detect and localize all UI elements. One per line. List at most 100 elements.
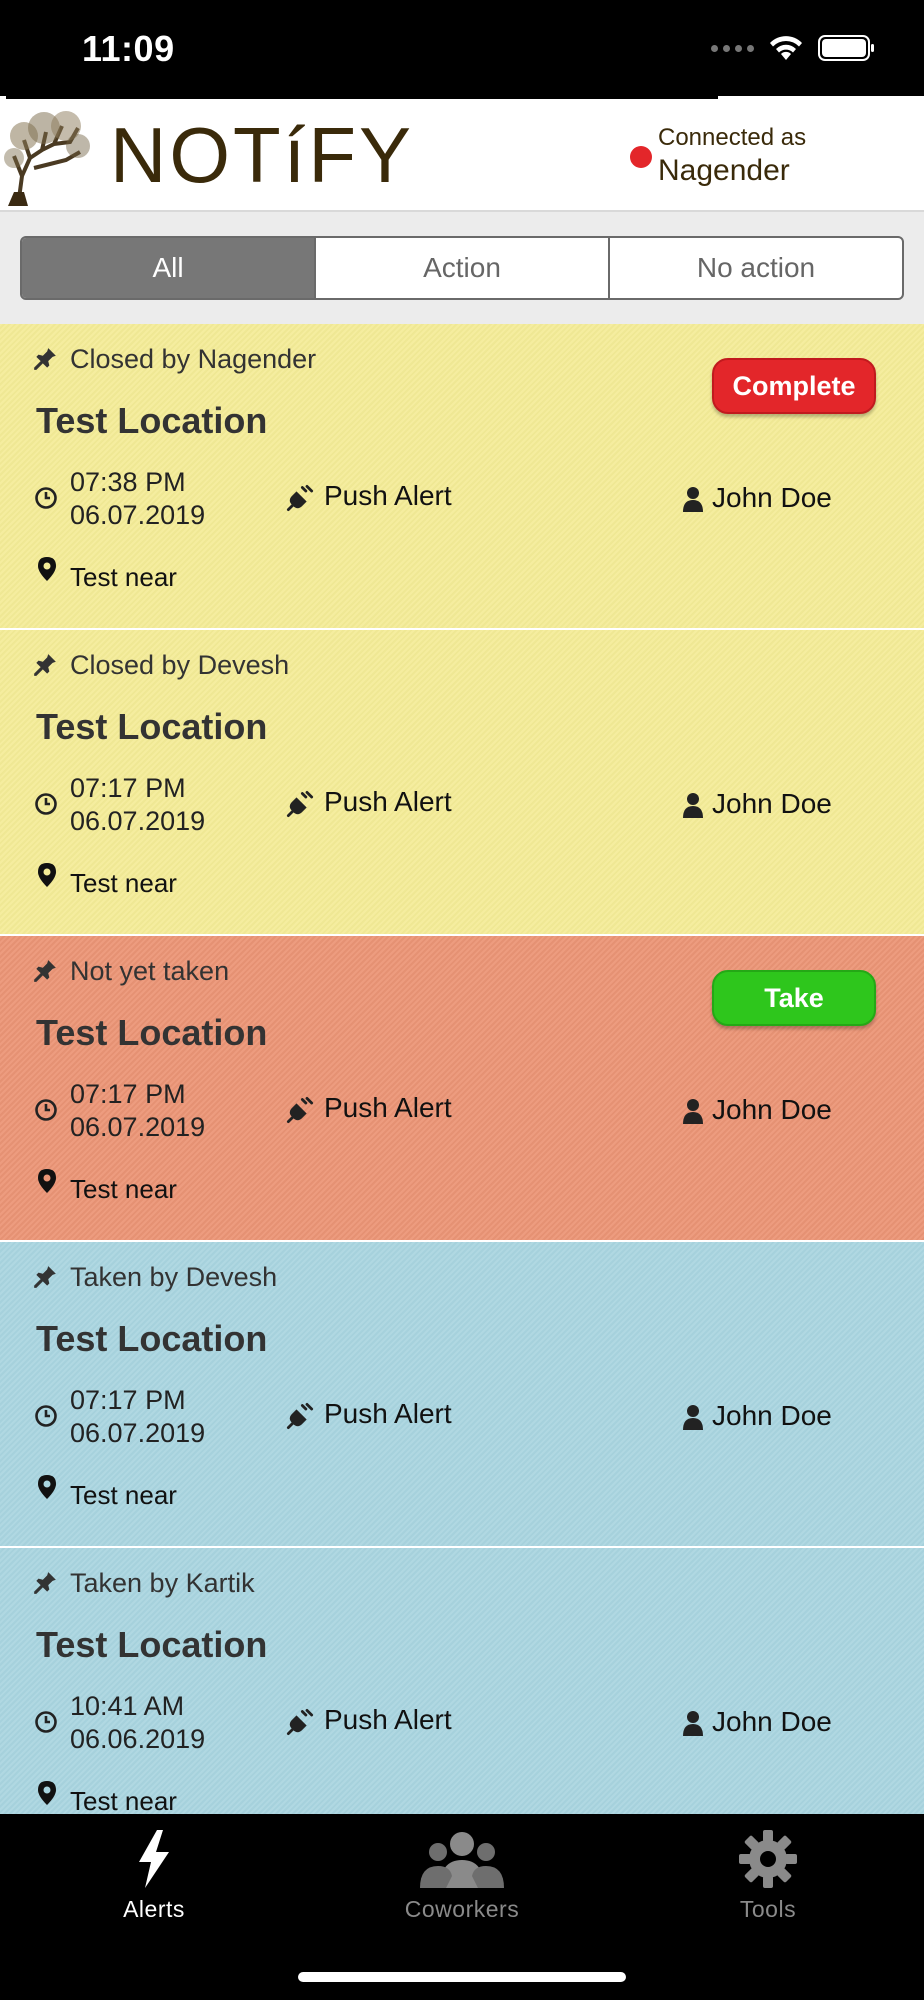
filter-no-action[interactable]: No action xyxy=(608,238,902,298)
alert-date: 06.07.2019 xyxy=(70,500,206,530)
people-icon xyxy=(420,1832,504,1888)
filter-bar: All Action No action xyxy=(0,212,924,324)
tab-coworkers-label: Coworkers xyxy=(404,1896,520,1922)
person-icon xyxy=(683,793,703,818)
alert-date: 06.07.2019 xyxy=(70,1418,206,1448)
gear-icon xyxy=(739,1830,797,1888)
plug-icon xyxy=(286,1402,314,1430)
alert-card[interactable]: Taken by Kartik Test Location 10:41 AM 06… xyxy=(0,1548,924,1814)
alert-type: Push Alert xyxy=(324,1092,452,1123)
alert-card[interactable]: Closed by Devesh Test Location 07:17 PM 0… xyxy=(0,630,924,936)
filter-segmented-control: All Action No action xyxy=(20,236,904,300)
alert-assignee: John Doe xyxy=(712,1094,832,1125)
tab-tools-label: Tools xyxy=(739,1896,797,1922)
tab-alerts[interactable]: Alerts xyxy=(54,1828,254,1948)
app-logo-text: NOTíFY xyxy=(110,111,414,199)
tab-tools[interactable]: Tools xyxy=(668,1828,868,1948)
alert-assignee: John Doe xyxy=(712,1400,832,1431)
tab-coworkers[interactable]: Coworkers xyxy=(362,1828,562,1948)
alert-time: 07:17 PM xyxy=(70,773,186,803)
cellular-signal-icon xyxy=(711,44,754,52)
tree-logo-icon xyxy=(4,111,90,206)
person-icon xyxy=(683,487,703,512)
filter-action[interactable]: Action xyxy=(314,238,608,298)
connected-label: Connected as xyxy=(658,124,807,151)
connected-user: Nagender xyxy=(658,154,790,187)
alert-status: Taken by Devesh xyxy=(70,1262,278,1292)
pin-icon xyxy=(34,1572,56,1594)
person-icon xyxy=(683,1711,703,1736)
pin-icon xyxy=(34,960,56,982)
alert-type: Push Alert xyxy=(324,1704,452,1735)
alert-time: 07:38 PM xyxy=(70,467,186,497)
alert-near: Test near xyxy=(70,1174,177,1204)
alert-time: 07:17 PM xyxy=(70,1079,186,1109)
status-time: 11:09 xyxy=(82,28,175,69)
home-indicator[interactable] xyxy=(298,1972,626,1982)
person-icon xyxy=(683,1405,703,1430)
connection-status-dot xyxy=(630,146,652,168)
status-icons xyxy=(711,34,876,62)
alert-date: 06.07.2019 xyxy=(70,806,206,836)
complete-button[interactable]: Complete xyxy=(712,358,876,414)
clock-icon xyxy=(35,793,57,815)
alert-type: Push Alert xyxy=(324,786,452,817)
alert-near: Test near xyxy=(70,562,177,592)
battery-icon xyxy=(818,35,874,61)
alert-datetime: 07:38 PM 06.07.2019 xyxy=(70,466,205,532)
alert-title: Test Location xyxy=(36,1318,268,1359)
alert-status: Closed by Devesh xyxy=(70,650,290,680)
clock-icon xyxy=(35,1099,57,1121)
alert-date: 06.07.2019 xyxy=(70,1112,206,1142)
alert-near: Test near xyxy=(70,868,177,898)
alert-near: Test near xyxy=(70,1480,177,1510)
alert-card[interactable]: Closed by Nagender Complete Test Locatio… xyxy=(0,324,924,630)
pin-icon xyxy=(34,654,56,676)
alert-card[interactable]: Taken by Devesh Test Location 07:17 PM 06… xyxy=(0,1242,924,1548)
alert-list: Closed by Nagender Complete Test Locatio… xyxy=(0,324,924,1814)
location-pin-icon xyxy=(38,1169,56,1193)
person-icon xyxy=(683,1099,703,1124)
alert-assignee: John Doe xyxy=(712,482,832,513)
alert-card[interactable]: Not yet taken Take Test Location 07:17 P… xyxy=(0,936,924,1242)
plug-icon xyxy=(286,790,314,818)
app-header: NOTíFY Connected as Nagender xyxy=(0,96,924,212)
alert-date: 06.06.2019 xyxy=(70,1724,206,1754)
location-pin-icon xyxy=(38,863,56,887)
alert-title: Test Location xyxy=(36,400,268,441)
loading-bar xyxy=(6,96,718,99)
alert-datetime: 07:17 PM 06.07.2019 xyxy=(70,1384,205,1450)
alert-status: Taken by Kartik xyxy=(70,1568,255,1598)
alert-status: Closed by Nagender xyxy=(70,344,317,374)
lightning-icon xyxy=(139,1830,169,1888)
alert-near: Test near xyxy=(70,1786,177,1814)
tab-alerts-label: Alerts xyxy=(123,1896,185,1922)
alert-title: Test Location xyxy=(36,1012,268,1053)
plug-icon xyxy=(286,484,314,512)
location-pin-icon xyxy=(38,1781,56,1805)
plug-icon xyxy=(286,1708,314,1736)
clock-icon xyxy=(35,1405,57,1427)
pin-icon xyxy=(34,348,56,370)
alert-datetime: 10:41 AM 06.06.2019 xyxy=(70,1690,205,1756)
alert-status: Not yet taken xyxy=(70,956,230,986)
plug-icon xyxy=(286,1096,314,1124)
take-button[interactable]: Take xyxy=(712,970,876,1026)
alert-assignee: John Doe xyxy=(712,1706,832,1737)
alert-datetime: 07:17 PM 06.07.2019 xyxy=(70,772,205,838)
alert-time: 07:17 PM xyxy=(70,1385,186,1415)
location-pin-icon xyxy=(38,1475,56,1499)
alert-datetime: 07:17 PM 06.07.2019 xyxy=(70,1078,205,1144)
alert-time: 10:41 AM xyxy=(70,1691,185,1721)
wifi-icon xyxy=(770,36,802,60)
filter-all[interactable]: All xyxy=(22,238,314,298)
alert-assignee: John Doe xyxy=(712,788,832,819)
alert-title: Test Location xyxy=(36,1624,268,1665)
clock-icon xyxy=(35,1711,57,1733)
clock-icon xyxy=(35,487,57,509)
status-bar: 11:09 xyxy=(0,0,924,96)
pin-icon xyxy=(34,1266,56,1288)
alert-type: Push Alert xyxy=(324,480,452,511)
alert-type: Push Alert xyxy=(324,1398,452,1429)
location-pin-icon xyxy=(38,557,56,581)
